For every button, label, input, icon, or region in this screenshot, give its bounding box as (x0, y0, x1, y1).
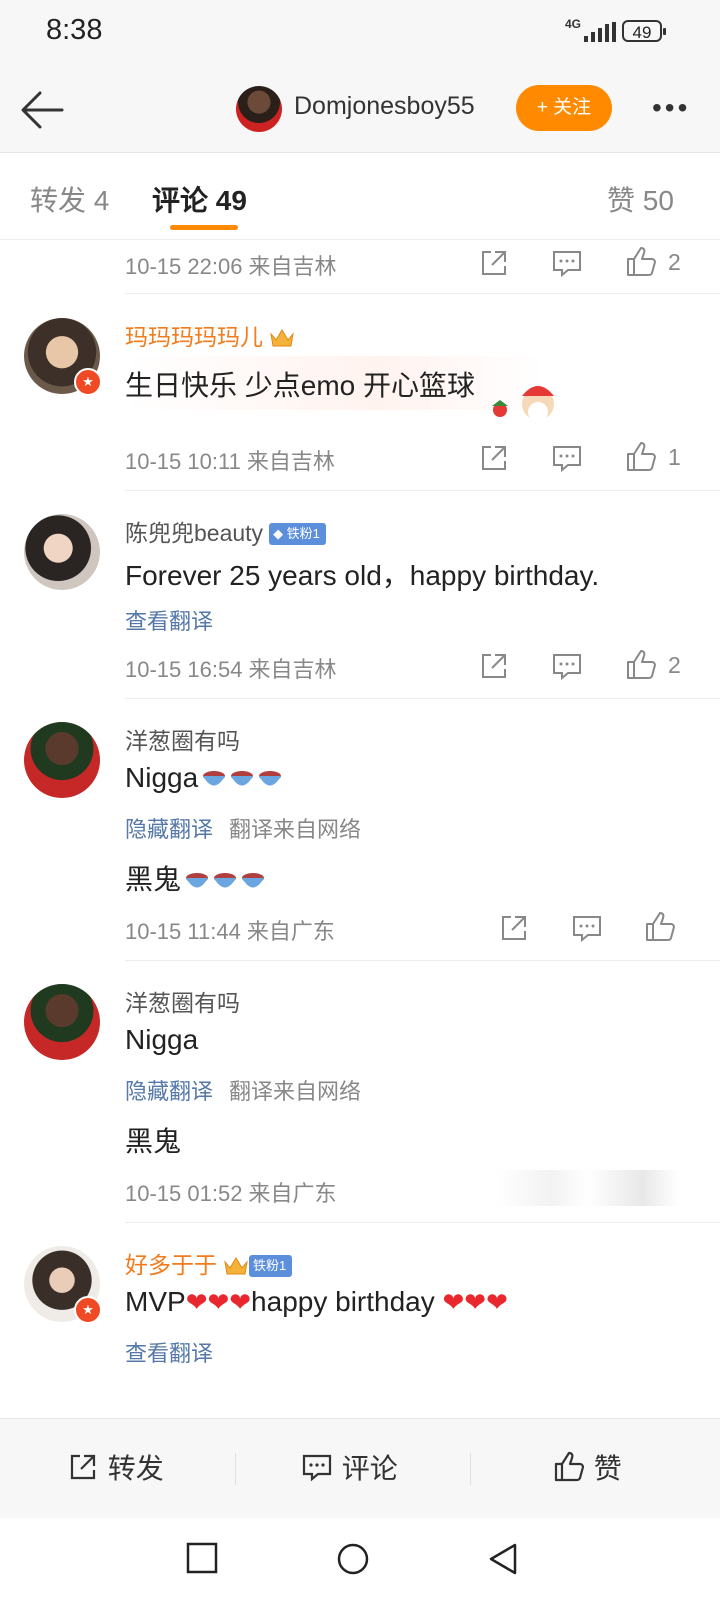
bowl-emoji-icon (203, 771, 226, 786)
status-bar: 8:38 4G 49 (0, 0, 720, 66)
verified-badge-icon: ★ (74, 1296, 102, 1324)
crown-icon (224, 1257, 248, 1275)
signal-icon (584, 22, 616, 42)
repost-icon[interactable] (477, 246, 511, 280)
like-icon[interactable] (624, 648, 658, 682)
comment-item: 洋葱圈有吗 Nigga 隐藏翻译 翻译来自网络 黑鬼 10-15 11:44 来… (0, 698, 720, 960)
view-translation-link[interactable]: 查看翻译 (125, 604, 213, 636)
repost-icon[interactable] (477, 441, 511, 475)
comment-username[interactable]: 洋葱圈有吗 (125, 722, 240, 756)
comment-label: 评论 (341, 1453, 398, 1484)
comment-meta: 10-15 16:54 来自吉林 (125, 657, 337, 682)
hide-translation-link[interactable]: 隐藏翻译 (125, 1074, 213, 1106)
comment-meta: 10-15 22:06 来自吉林 (125, 254, 337, 279)
comment-username[interactable]: 玛玛玛玛玛儿 (125, 318, 295, 352)
comment-username[interactable]: 陈兜兜beauty ◆ 铁粉1 (125, 514, 326, 548)
post-header: Domjonesboy55 + 关注 ••• (0, 66, 720, 153)
bowl-emoji-icon (259, 771, 282, 786)
active-tab-indicator (170, 225, 238, 230)
fan-badge: 铁粉1 (249, 1255, 293, 1277)
santa-sticker-icon (492, 386, 554, 422)
like-icon[interactable] (624, 245, 658, 279)
comment-text: Nigga (125, 1024, 199, 1055)
translation-source: 翻译来自网络 (229, 1079, 362, 1104)
comment-username[interactable]: 好多于于 铁粉1 (125, 1246, 293, 1280)
status-time: 8:38 (46, 14, 103, 46)
like-button[interactable]: 赞 (552, 1449, 622, 1489)
comment-text: 生日快乐 少点emo 开心篮球 (125, 370, 476, 401)
bowl-emoji-icon (231, 771, 254, 786)
comment-meta: 10-15 01:52 来自广东 (125, 1181, 337, 1206)
like-count: 1 (668, 444, 681, 470)
more-dots-icon[interactable]: ••• (652, 94, 690, 122)
bowl-emoji-icon (186, 873, 209, 888)
comment-item: 10-15 22:06 来自吉林 2 (0, 240, 720, 294)
repost-icon[interactable] (497, 911, 531, 945)
bowl-emoji-icon (214, 873, 237, 888)
network-type: 4G (565, 17, 582, 31)
author-avatar[interactable] (236, 86, 282, 132)
comment-item: ★ 玛玛玛玛玛儿 生日快乐 少点emo 开心篮球 10-15 10:11 来自吉… (0, 294, 720, 490)
recent-apps-icon[interactable] (186, 1542, 218, 1574)
crown-icon (270, 329, 294, 347)
like-icon (554, 1451, 585, 1482)
view-translation-link[interactable]: 查看翻译 (125, 1336, 213, 1368)
hide-translation-link[interactable]: 隐藏翻译 (125, 812, 213, 844)
repost-label: 转发 (107, 1453, 164, 1484)
like-icon[interactable] (643, 910, 677, 944)
tab-likes[interactable]: 赞 50 (607, 179, 674, 219)
comment-icon[interactable] (570, 911, 604, 945)
user-avatar[interactable] (24, 984, 100, 1060)
user-avatar[interactable] (24, 722, 100, 798)
like-count: 2 (668, 249, 681, 275)
comment-text: Forever 25 years old，happy birthday. (125, 560, 600, 591)
like-icon[interactable] (624, 440, 658, 474)
comment-icon (302, 1454, 332, 1482)
comment-list[interactable]: 10-15 22:06 来自吉林 2 ★ 玛玛玛玛玛儿 生日快乐 少点emo 开… (0, 240, 720, 1418)
follow-button[interactable]: + 关注 (516, 85, 612, 131)
divider (235, 1453, 236, 1485)
repost-icon[interactable] (477, 649, 511, 683)
author-name[interactable]: Domjonesboy55 (294, 92, 475, 121)
bowl-emoji-icon (242, 873, 265, 888)
comment-meta: 10-15 10:11 来自吉林 (125, 449, 335, 474)
repost-icon (70, 1454, 96, 1480)
heart-emoji-icon: ❤❤❤ (442, 1287, 508, 1317)
comment-icon[interactable] (550, 649, 584, 683)
comment-meta: 10-15 11:44 来自广东 (125, 919, 335, 944)
comment-icon[interactable] (550, 441, 584, 475)
system-nav-bar (0, 1518, 720, 1600)
comment-text: MVP❤❤❤happy birthday ❤❤❤ (125, 1286, 508, 1317)
back-arrow-icon[interactable] (18, 84, 70, 136)
comment-username[interactable]: 洋葱圈有吗 (125, 984, 240, 1018)
comment-translation: 黑鬼 (125, 1126, 182, 1157)
bottom-action-bar: 转发 评论 赞 (0, 1418, 720, 1519)
comment-icon[interactable] (550, 246, 584, 280)
tab-repost[interactable]: 转发 4 (30, 179, 109, 219)
fan-badge: ◆ 铁粉1 (269, 523, 326, 545)
heart-emoji-icon: ❤❤❤ (185, 1287, 252, 1317)
verified-badge-icon: ★ (74, 368, 102, 396)
comment-text: Nigga (125, 762, 282, 794)
home-icon[interactable] (336, 1542, 370, 1576)
like-count: 2 (668, 652, 681, 678)
comment-item: ★ 好多于于 铁粉1 MVP❤❤❤happy birthday ❤❤❤ 查看翻译 (0, 1222, 720, 1418)
divider (470, 1453, 471, 1485)
user-avatar[interactable] (24, 514, 100, 590)
repost-button[interactable]: 转发 (66, 1449, 164, 1489)
tab-comments[interactable]: 评论 49 (152, 179, 247, 219)
translation-source: 翻译来自网络 (229, 817, 362, 842)
tab-bar: 转发 4 评论 49 赞 50 (0, 153, 720, 240)
back-nav-icon[interactable] (487, 1542, 519, 1576)
battery-icon: 49 (622, 20, 666, 42)
comment-item: 洋葱圈有吗 Nigga 隐藏翻译 翻译来自网络 黑鬼 10-15 01:52 来… (0, 960, 720, 1222)
like-label: 赞 (593, 1453, 622, 1484)
comment-button[interactable]: 评论 (300, 1449, 398, 1489)
comment-translation: 黑鬼 (125, 858, 265, 898)
action-row-placeholder (497, 1170, 679, 1206)
comment-item: 陈兜兜beauty ◆ 铁粉1 Forever 25 years old，happ… (0, 490, 720, 698)
